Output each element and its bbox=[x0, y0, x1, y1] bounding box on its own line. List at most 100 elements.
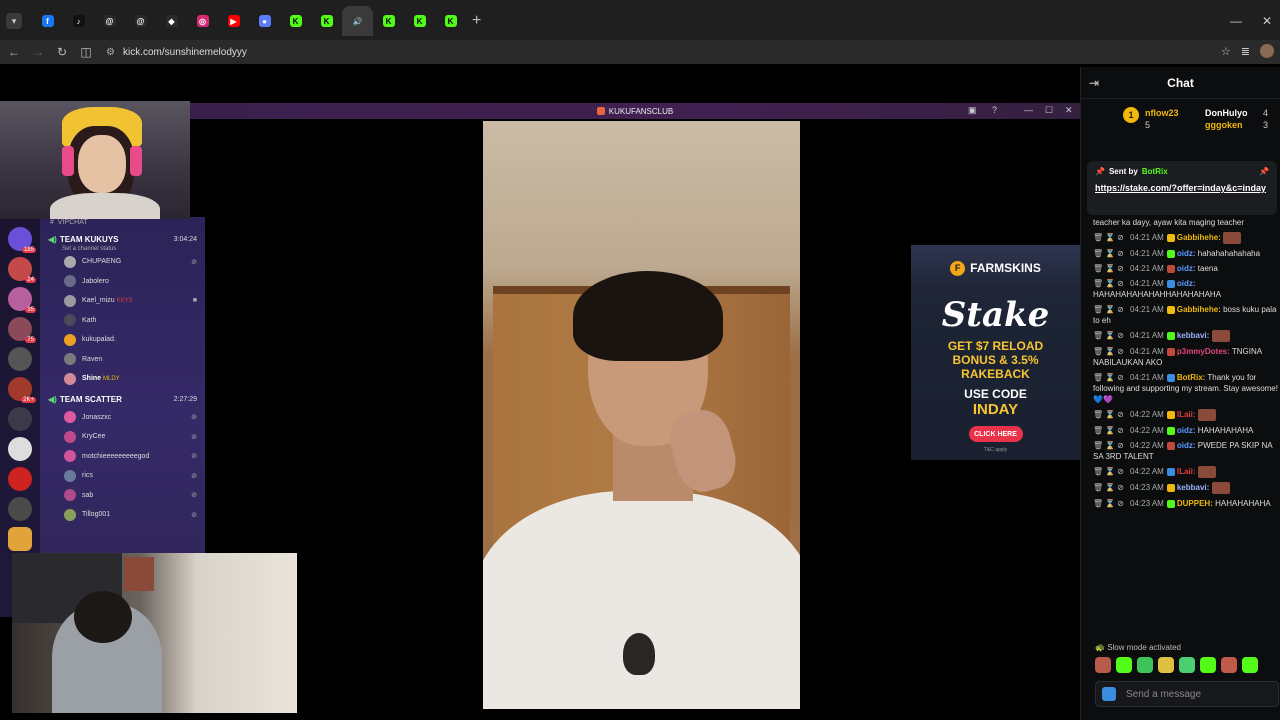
browser-tab[interactable]: K bbox=[280, 6, 311, 36]
emote[interactable] bbox=[1116, 657, 1132, 673]
user-badge-icon bbox=[1166, 234, 1175, 242]
browser-tab[interactable]: ◆ bbox=[156, 6, 187, 36]
voice-member: kukupalad. bbox=[64, 330, 197, 350]
url-text[interactable]: kick.com/sunshinemelodyyy bbox=[123, 47, 247, 58]
collapse-chat-icon[interactable]: ⇥ bbox=[1089, 76, 1099, 90]
ad-click-button[interactable]: CLICK HERE bbox=[968, 426, 1023, 442]
reload-icon[interactable]: ↻ bbox=[50, 45, 74, 59]
mod-tools-icon[interactable]: 🗑⌛⊘ bbox=[1093, 410, 1130, 419]
mod-tools-icon[interactable]: 🗑⌛⊘ bbox=[1093, 233, 1130, 242]
message-username[interactable]: kebbavi: bbox=[1177, 331, 1209, 340]
browser-tab[interactable]: K bbox=[435, 6, 466, 36]
user-badge-icon bbox=[1166, 484, 1175, 492]
browser-tab[interactable]: K bbox=[373, 6, 404, 36]
leaderboard-user[interactable]: nflow23 bbox=[1145, 108, 1179, 118]
site-info-icon[interactable]: ⚙ bbox=[106, 47, 115, 58]
mod-tools-icon[interactable]: 🗑⌛⊘ bbox=[1093, 373, 1130, 382]
message-username[interactable]: oidz: bbox=[1177, 249, 1196, 258]
emote[interactable] bbox=[1095, 657, 1111, 673]
ad-promo-line: RAKEBACK bbox=[961, 367, 1030, 381]
browser-tab[interactable]: @ bbox=[125, 6, 156, 36]
message-time: 04:21 AM bbox=[1130, 264, 1164, 273]
emote[interactable] bbox=[1179, 657, 1195, 673]
tab-search-icon[interactable]: ▾ bbox=[6, 13, 22, 29]
user-badge-icon bbox=[1166, 332, 1175, 340]
browser-tab[interactable]: K bbox=[404, 6, 435, 36]
message-username[interactable]: BotRix: bbox=[1177, 373, 1205, 382]
mod-tools-icon[interactable]: 🗑⌛⊘ bbox=[1093, 347, 1130, 356]
emote bbox=[1211, 482, 1230, 494]
browser-tab[interactable]: ♪ bbox=[63, 6, 94, 36]
message-username[interactable]: p3mmyDotes: bbox=[1177, 347, 1230, 356]
message-username[interactable]: oidz: bbox=[1177, 279, 1196, 288]
bookmark-star-icon[interactable]: ☆ bbox=[1221, 45, 1231, 58]
server-icon: 75 bbox=[8, 317, 36, 343]
profile-avatar[interactable] bbox=[1260, 44, 1274, 58]
chat-input[interactable]: Send a message bbox=[1095, 681, 1279, 707]
mod-tools-icon[interactable]: 🗑⌛⊘ bbox=[1093, 331, 1130, 340]
message-username[interactable]: oidz: bbox=[1177, 426, 1196, 435]
browser-tab[interactable]: ◎ bbox=[187, 6, 218, 36]
chat-message: 🗑⌛⊘ 04:21 AM BotRix: Thank you for follow… bbox=[1093, 372, 1280, 405]
member-tag: MLDY bbox=[103, 375, 120, 382]
stream-player[interactable]: KUKUFANSCLUB ▣ ? — ☐ ✕ 185 24 35 75 2K+ … bbox=[0, 67, 1080, 720]
deafened-icon: ⊘ bbox=[191, 511, 197, 519]
emote[interactable] bbox=[1158, 657, 1174, 673]
avatar bbox=[64, 508, 76, 521]
message-username[interactable]: DUPPEH: bbox=[1177, 499, 1213, 508]
emote[interactable] bbox=[1137, 657, 1153, 673]
voice-channel-name: TEAM SCATTER bbox=[59, 394, 122, 404]
member-name: Shine bbox=[82, 375, 102, 383]
reading-list-icon[interactable]: ≣ bbox=[1241, 45, 1250, 58]
mod-tools-icon[interactable]: 🗑⌛⊘ bbox=[1093, 467, 1130, 476]
browser-tab[interactable]: ▶ bbox=[218, 6, 249, 36]
leaderboard-user[interactable]: DonHulyo bbox=[1205, 108, 1248, 118]
browser-tab[interactable]: K bbox=[311, 6, 342, 36]
mod-tools-icon[interactable]: 🗑⌛⊘ bbox=[1093, 305, 1130, 314]
user-badge-icon bbox=[1166, 499, 1175, 508]
browser-tab[interactable]: 🔊 bbox=[342, 6, 373, 36]
mod-tools-icon[interactable]: 🗑⌛⊘ bbox=[1093, 499, 1130, 508]
message-username[interactable]: kebbavi: bbox=[1177, 483, 1209, 492]
address-bar: ← → ↻ ◫ ⚙ kick.com/sunshinemelodyyy ☆ ≣ bbox=[0, 40, 1280, 64]
ad-brand: FARMSKINS bbox=[970, 261, 1041, 275]
message-username[interactable]: ILaii: bbox=[1177, 467, 1196, 476]
unpin-icon[interactable]: 📌 bbox=[1259, 167, 1269, 176]
message-username[interactable]: Gabbihehe: bbox=[1177, 233, 1221, 242]
close-window-icon[interactable]: ✕ bbox=[1262, 14, 1272, 28]
browser-tab[interactable]: ● bbox=[249, 6, 280, 36]
chat-message: 🗑⌛⊘ 04:21 AM oidz: taena bbox=[1093, 263, 1280, 274]
new-tab-icon[interactable]: + bbox=[472, 12, 481, 30]
message-text: taena bbox=[1197, 264, 1218, 273]
mod-tools-icon[interactable]: 🗑⌛⊘ bbox=[1093, 441, 1130, 450]
message-username[interactable]: ILaii: bbox=[1177, 410, 1196, 419]
chat-message: 🗑⌛⊘ 04:21 AM kebbavi: bbox=[1093, 330, 1280, 342]
mod-tools-icon[interactable]: 🗑⌛⊘ bbox=[1093, 426, 1130, 435]
browser-tab[interactable]: @ bbox=[94, 6, 125, 36]
split-view-icon[interactable]: ◫ bbox=[74, 45, 98, 59]
message-username[interactable]: oidz: bbox=[1177, 441, 1196, 450]
emote[interactable] bbox=[1242, 657, 1258, 673]
sponsor-ad[interactable]: F FARMSKINS Stake GET $7 RELOAD BONUS & 3.… bbox=[911, 245, 1080, 460]
minimize-icon[interactable]: — bbox=[1230, 14, 1242, 28]
messenger-icon: ● bbox=[258, 15, 271, 27]
mod-tools-icon[interactable]: 🗑⌛⊘ bbox=[1093, 264, 1130, 273]
pinned-sender[interactable]: BotRix bbox=[1142, 167, 1168, 176]
leaderboard-user[interactable]: gggoken bbox=[1205, 120, 1243, 130]
server-icon bbox=[8, 437, 32, 461]
ad-headline: Stake bbox=[941, 295, 1050, 335]
back-icon[interactable]: ← bbox=[2, 45, 26, 59]
mod-tools-icon[interactable]: 🗑⌛⊘ bbox=[1093, 483, 1130, 492]
discord-window-title: KUKUFANSCLUB bbox=[608, 106, 674, 116]
pinned-link[interactable]: https://stake.com/?offer=inday&c=inday bbox=[1095, 182, 1269, 195]
emote[interactable] bbox=[1221, 657, 1237, 673]
mod-tools-icon[interactable]: 🗑⌛⊘ bbox=[1093, 249, 1130, 258]
message-username[interactable]: Gabbihehe: bbox=[1177, 305, 1221, 314]
forward-icon[interactable]: → bbox=[26, 45, 50, 59]
browser-tab[interactable]: f bbox=[32, 6, 63, 36]
voice-member: Kael_mizu KKYS ■ bbox=[64, 291, 197, 311]
mod-tools-icon[interactable]: 🗑⌛⊘ bbox=[1093, 279, 1130, 288]
message-username[interactable]: oidz: bbox=[1177, 264, 1196, 273]
member-name: Raven bbox=[82, 355, 103, 363]
emote[interactable] bbox=[1200, 657, 1216, 673]
